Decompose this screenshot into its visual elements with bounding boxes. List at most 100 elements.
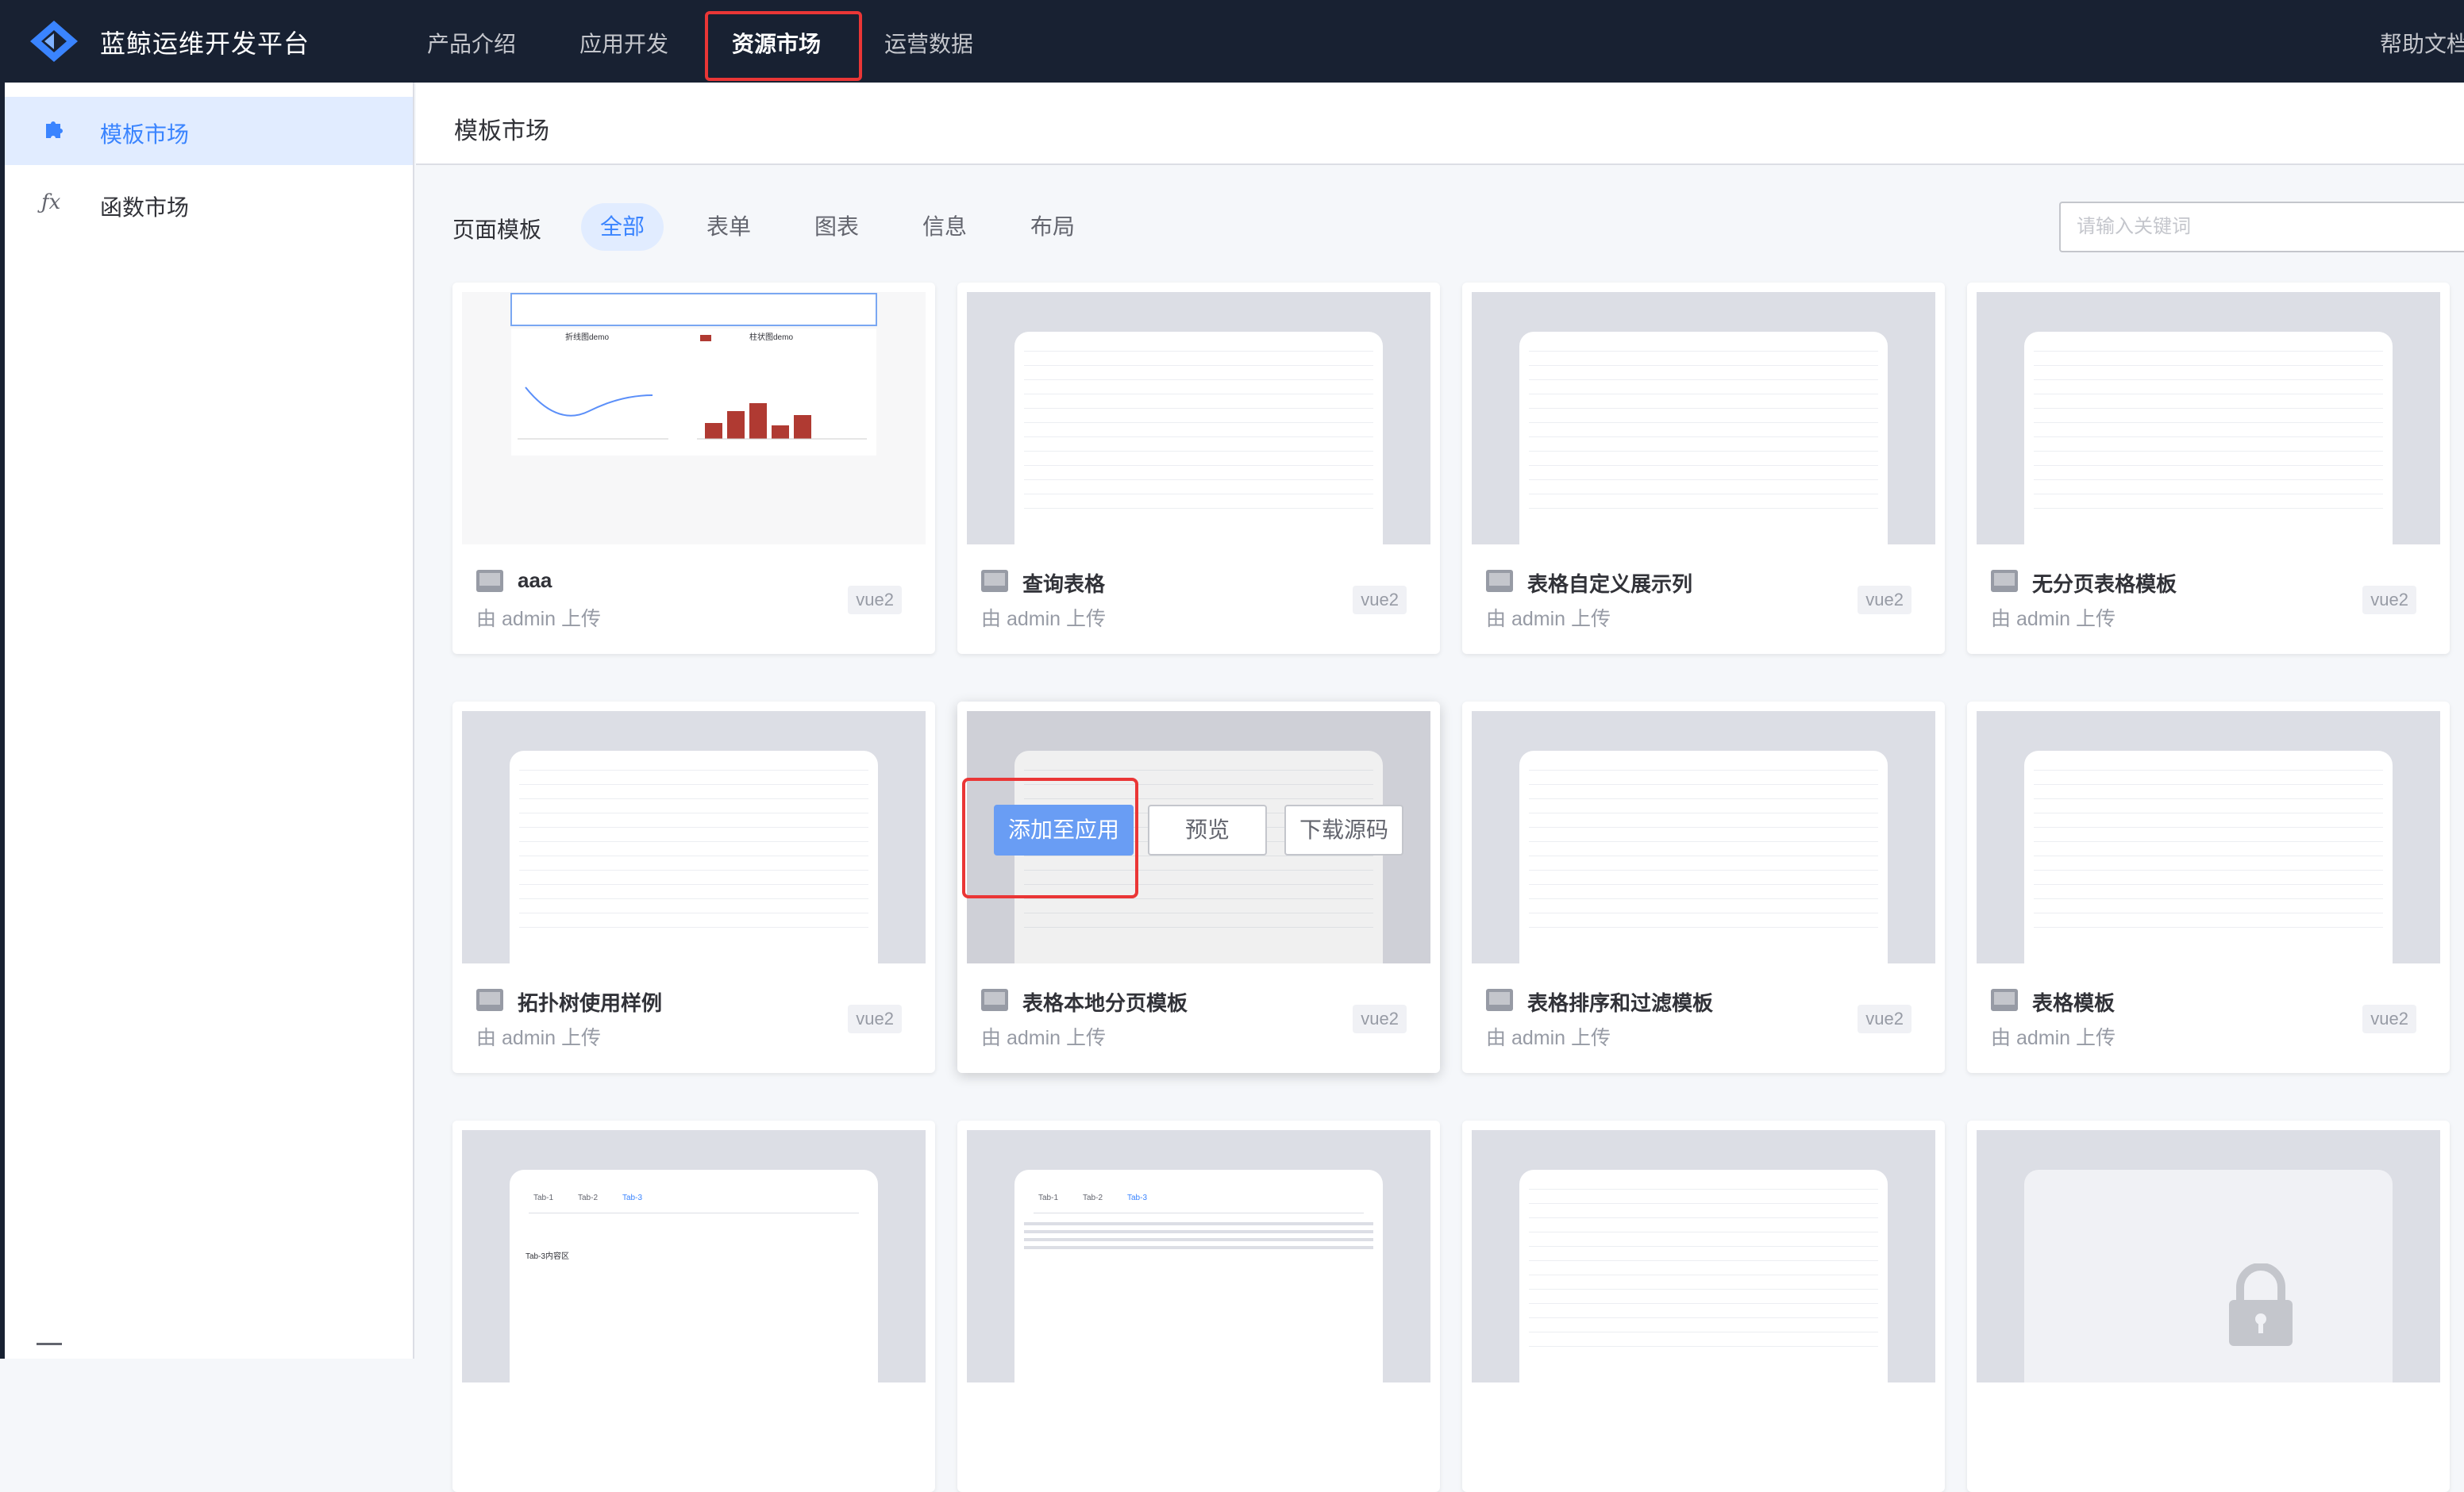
filter-tab-all[interactable]: 全部 (581, 203, 664, 251)
monitor-icon (1486, 989, 1513, 1011)
template-card[interactable]: 查询表格由 admin 上传 vue2 (957, 283, 1440, 654)
preview-tab: Tab-3 (1127, 1194, 1148, 1202)
preview-table-row (1529, 436, 1878, 437)
preview-page-mock (510, 751, 878, 963)
template-preview-image (1977, 1130, 2440, 1382)
template-uploader: 由 admin 上传 (1991, 608, 2116, 630)
preview-table-row (1024, 451, 1373, 452)
template-card[interactable]: 无分页表格模板由 admin 上传 vue2 (1967, 283, 2450, 654)
preview-table-row (1529, 841, 1878, 842)
template-preview-image: Tab-1 Tab-2 Tab-3 Tab-3内容区 (462, 1130, 926, 1382)
preview-table-row (1024, 465, 1373, 466)
monitor-icon (476, 989, 503, 1011)
template-preview-image (1977, 292, 2440, 544)
preview-table-row (1529, 798, 1878, 799)
template-preview-image (462, 711, 926, 963)
bk-logo-icon[interactable] (29, 19, 79, 63)
preview-table-row (519, 927, 868, 928)
preview-table-row (1529, 1303, 1878, 1304)
preview-table-row (1529, 1189, 1878, 1190)
function-icon: ƒx (41, 190, 61, 214)
template-title: 表格排序和过滤模板 (1527, 991, 1714, 1015)
template-card[interactable]: 添加至应用 预览 下载源码 表格本地分页模板由 admin 上传 vue2 (957, 702, 1440, 1073)
template-preview-image (967, 292, 1430, 544)
chart-preview: 折线图demo 柱状图demo (510, 293, 877, 456)
sidebar-item-template-market[interactable]: 模板市场 (5, 97, 413, 165)
template-preview-image (1472, 292, 1935, 544)
framework-tag: vue2 (848, 586, 902, 614)
help-docs-link[interactable]: 帮助文档 (2380, 27, 2464, 59)
template-card[interactable] (1967, 1121, 2450, 1492)
preview-table-row (1529, 1346, 1878, 1347)
template-preview-image (1977, 711, 2440, 963)
template-uploader: 由 admin 上传 (1991, 1027, 2116, 1049)
preview-table-row (1529, 770, 1878, 771)
preview-table-row (2034, 784, 2383, 785)
preview-table-row (519, 884, 868, 885)
sidebar: 模板市场 ƒx 函数市场 (0, 83, 414, 1359)
nav-product-intro[interactable]: 产品介绍 (427, 27, 516, 59)
template-uploader: 由 admin 上传 (1486, 1027, 1611, 1049)
template-card[interactable]: Tab-1 Tab-2 Tab-3 (957, 1121, 1440, 1492)
preview-table-row (519, 798, 868, 799)
chart-left-title: 折线图demo (565, 332, 609, 342)
preview-table-row (2034, 379, 2383, 380)
sidebar-item-function-market[interactable]: ƒx 函数市场 (5, 170, 413, 238)
preview-table-row (2034, 451, 2383, 452)
preview-table-row (2034, 841, 2383, 842)
template-preview-image (1472, 711, 1935, 963)
preview-table-row (1529, 784, 1878, 785)
template-card[interactable]: 表格自定义展示列由 admin 上传 vue2 (1462, 283, 1945, 654)
preview-table-row (519, 870, 868, 871)
template-card[interactable]: 拓扑树使用样例由 admin 上传 vue2 (452, 702, 935, 1073)
preview-table-row (1529, 1289, 1878, 1290)
template-title: 拓扑树使用样例 (518, 991, 663, 1015)
preview-page-mock (2024, 751, 2393, 963)
lock-icon (2229, 1263, 2293, 1346)
nav-operation-data[interactable]: 运营数据 (884, 27, 973, 59)
preview-table-row (1529, 898, 1878, 899)
add-button-highlight (962, 778, 1138, 898)
template-card[interactable]: 表格模板由 admin 上传 vue2 (1967, 702, 2450, 1073)
template-preview-image: 折线图demo 柱状图demo (462, 292, 926, 544)
preview-table-row (1024, 508, 1373, 509)
filter-tab-layout[interactable]: 布局 (1011, 203, 1094, 251)
monitor-icon (981, 570, 1008, 592)
preview-table-row (1529, 451, 1878, 452)
template-uploader: 由 admin 上传 (981, 608, 1106, 630)
chart-right-title: 柱状图demo (749, 332, 793, 342)
preview-table-row (519, 784, 868, 785)
filter-tab-info[interactable]: 信息 (903, 203, 986, 251)
preview-button[interactable]: 预览 (1148, 805, 1267, 856)
preview-table-row (1529, 1217, 1878, 1218)
preview-page-mock (2024, 332, 2393, 544)
preview-tab: Tab-2 (1083, 1194, 1103, 1202)
template-card[interactable]: 折线图demo 柱状图demo aaa 由 admin 上传 vue2 (452, 283, 935, 654)
monitor-icon (1486, 570, 1513, 592)
filter-tab-form[interactable]: 表单 (687, 203, 770, 251)
framework-tag: vue2 (1858, 1005, 1912, 1033)
preview-table-row (1024, 479, 1373, 480)
preview-tab: Tab-1 (1038, 1194, 1059, 1202)
template-title: 无分页表格模板 (2032, 572, 2177, 596)
template-preview-image: Tab-1 Tab-2 Tab-3 (967, 1130, 1430, 1382)
collapse-sidebar-icon[interactable] (37, 1343, 62, 1359)
preview-table-row (519, 827, 868, 828)
template-card[interactable]: Tab-1 Tab-2 Tab-3 Tab-3内容区 (452, 1121, 935, 1492)
preview-table-row (1529, 351, 1878, 352)
preview-table-row (519, 898, 868, 899)
template-uploader: 由 admin 上传 (981, 1027, 1106, 1049)
framework-tag: vue2 (2362, 586, 2416, 614)
template-card[interactable]: 表格排序和过滤模板由 admin 上传 vue2 (1462, 702, 1945, 1073)
filter-tab-chart[interactable]: 图表 (795, 203, 878, 251)
search-box[interactable] (2059, 202, 2464, 252)
nav-resource-market[interactable]: 资源市场 (732, 27, 821, 59)
template-card[interactable] (1462, 1121, 1945, 1492)
preview-page-mock (1014, 332, 1383, 544)
search-input[interactable] (2061, 203, 2464, 251)
framework-tag: vue2 (848, 1005, 902, 1033)
top-navigation-bar: 蓝鲸运维开发平台 产品介绍 应用开发 资源市场 运营数据 帮助文档 (0, 0, 2464, 83)
nav-app-dev[interactable]: 应用开发 (579, 27, 668, 59)
brand-name[interactable]: 蓝鲸运维开发平台 (100, 24, 310, 60)
download-source-button[interactable]: 下载源码 (1284, 805, 1403, 856)
